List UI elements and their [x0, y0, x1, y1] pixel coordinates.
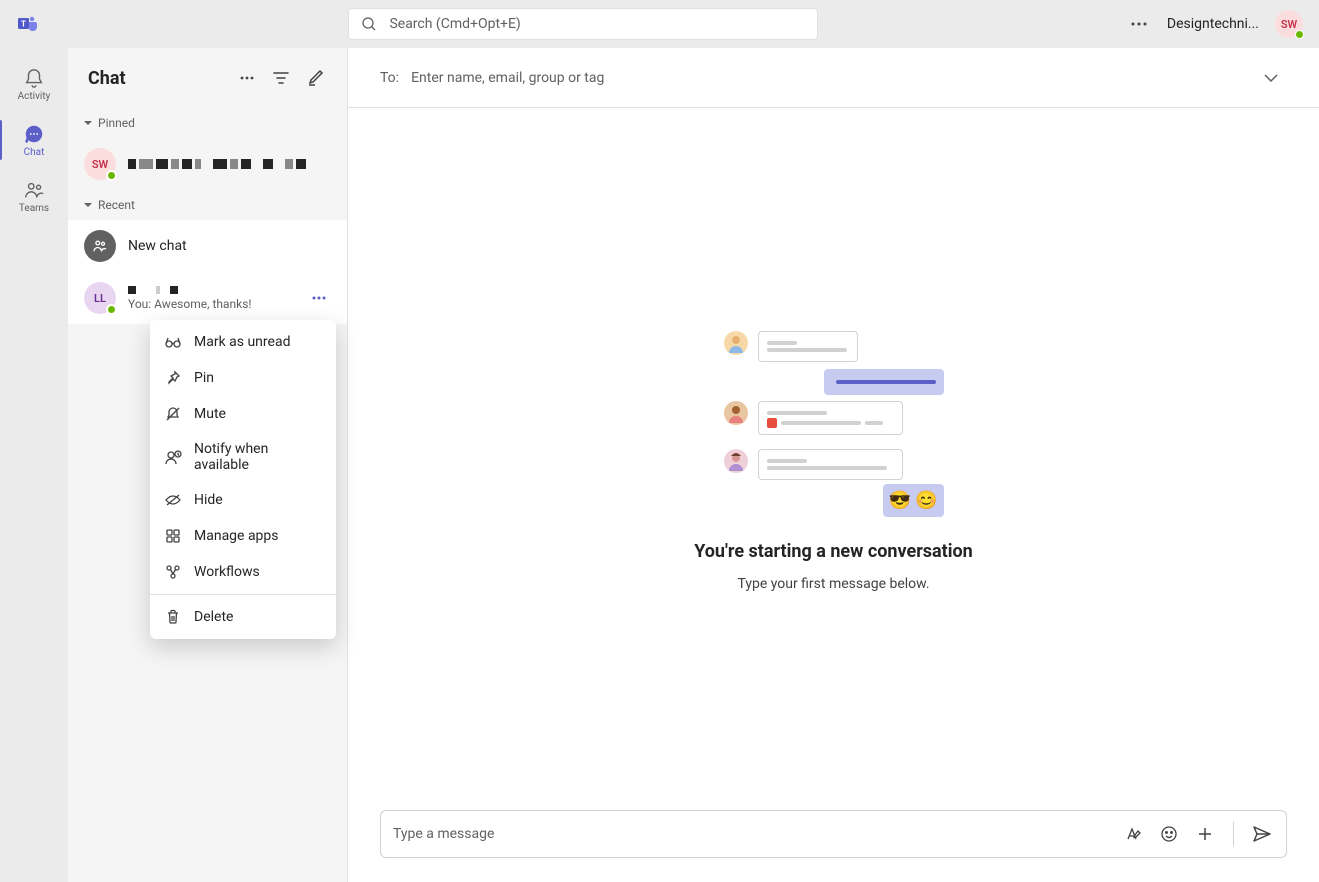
- glasses-icon: [164, 333, 182, 351]
- message-input[interactable]: [393, 826, 1113, 842]
- chat-avatar: LL: [84, 282, 116, 314]
- svg-text:T: T: [21, 20, 26, 29]
- emoji-button[interactable]: [1157, 822, 1181, 846]
- new-chat-button[interactable]: [303, 66, 327, 90]
- titlebar: T Designtechni... SW: [0, 0, 1319, 48]
- user-avatar[interactable]: SW: [1275, 10, 1303, 38]
- nav-teams[interactable]: Teams: [0, 168, 68, 224]
- send-button[interactable]: [1250, 822, 1274, 846]
- to-label: To:: [380, 70, 399, 86]
- presence-available-icon: [106, 304, 117, 315]
- chat-list-header: Chat: [68, 48, 347, 108]
- divider: [1233, 822, 1234, 846]
- apps-icon: [164, 527, 182, 545]
- compose-bar: [380, 810, 1287, 858]
- filter-button[interactable]: [269, 66, 293, 90]
- section-pinned[interactable]: Pinned: [68, 108, 347, 138]
- chat-avatar: SW: [84, 148, 116, 180]
- chat-preview: You: Awesome, thanks!: [128, 297, 295, 311]
- menu-manage-apps[interactable]: Manage apps: [150, 518, 336, 554]
- chat-more-button[interactable]: [235, 66, 259, 90]
- menu-divider: [150, 594, 336, 595]
- new-chat-item[interactable]: New chat: [68, 220, 347, 272]
- menu-workflows[interactable]: Workflows: [150, 554, 336, 590]
- empty-state-title: You're starting a new conversation: [694, 541, 973, 562]
- to-input[interactable]: [411, 70, 1243, 86]
- empty-state-subtitle: Type your first message below.: [737, 576, 929, 592]
- notify-icon: [164, 448, 182, 466]
- search-box[interactable]: [348, 8, 818, 40]
- redacted-name: [128, 286, 295, 294]
- menu-hide[interactable]: Hide: [150, 482, 336, 518]
- pin-icon: [164, 369, 182, 387]
- presence-available-icon: [106, 170, 117, 181]
- chat-title: Chat: [88, 68, 126, 89]
- search-input[interactable]: [389, 16, 805, 32]
- add-content-button[interactable]: [1193, 822, 1217, 846]
- recent-chat-item-ll[interactable]: LL You: Awesome, thanks!: [68, 272, 347, 324]
- delete-icon: [164, 608, 182, 626]
- more-options-button[interactable]: [1127, 12, 1151, 36]
- menu-pin[interactable]: Pin: [150, 360, 336, 396]
- mute-icon: [164, 405, 182, 423]
- teams-app-icon: T: [16, 12, 40, 36]
- menu-mute[interactable]: Mute: [150, 396, 336, 432]
- pinned-chat-item[interactable]: SW: [68, 138, 347, 190]
- nav-activity[interactable]: Activity: [0, 56, 68, 112]
- redacted-name: [128, 159, 331, 169]
- nav-chat[interactable]: Chat: [0, 112, 68, 168]
- group-chat-icon: [84, 230, 116, 262]
- workflows-icon: [164, 563, 182, 581]
- menu-mark-unread[interactable]: Mark as unread: [150, 324, 336, 360]
- to-bar: To:: [348, 48, 1319, 108]
- search-icon: [361, 16, 377, 32]
- chat-item-more-button[interactable]: [307, 286, 331, 310]
- presence-available-icon: [1295, 30, 1304, 39]
- expand-to-button[interactable]: [1255, 62, 1287, 94]
- nav-rail: Activity Chat Teams: [0, 48, 68, 882]
- menu-notify[interactable]: Notify when available: [150, 432, 336, 482]
- hide-icon: [164, 491, 182, 509]
- chat-item-name: New chat: [128, 238, 331, 254]
- new-conversation-illustration: 😎😊: [724, 327, 944, 517]
- chat-context-menu: Mark as unread Pin Mute Notify when avai…: [150, 320, 336, 639]
- conversation-area: To:: [348, 48, 1319, 882]
- user-name-label: Designtechni...: [1167, 16, 1259, 32]
- section-recent[interactable]: Recent: [68, 190, 347, 220]
- menu-delete[interactable]: Delete: [150, 599, 336, 635]
- empty-state: 😎😊 You're starting a new conversation Ty…: [348, 108, 1319, 810]
- format-button[interactable]: [1121, 822, 1145, 846]
